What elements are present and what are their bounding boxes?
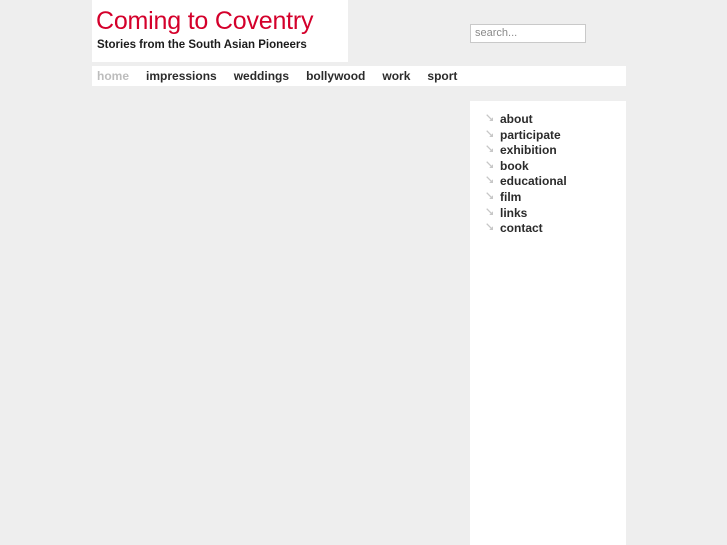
sidebar-item-label[interactable]: exhibition — [500, 143, 557, 159]
sidebar-item-label[interactable]: about — [500, 112, 533, 128]
nav-item-work[interactable]: work — [382, 66, 410, 86]
arrow-down-right-icon — [486, 129, 500, 138]
sidebar-item-links[interactable]: links — [470, 206, 626, 222]
nav-item-sport[interactable]: sport — [427, 66, 457, 86]
sidebar-item-participate[interactable]: participate — [470, 128, 626, 144]
arrow-down-right-icon — [486, 145, 500, 153]
arrow-down-right-icon — [486, 192, 500, 200]
sidebar-panel: about participate exhibition book educationa… — [470, 101, 626, 545]
nav-item-home[interactable]: home — [97, 66, 129, 86]
sidebar-item-label[interactable]: participate — [500, 128, 561, 144]
sidebar-menu: about participate exhibition book educationa… — [470, 101, 626, 237]
search-box — [470, 23, 586, 43]
sidebar-item-exhibition[interactable]: exhibition — [470, 143, 626, 159]
arrow-down-right-icon — [486, 161, 500, 169]
sidebar-item-about[interactable]: about — [470, 112, 626, 128]
arrow-down-right-icon — [486, 207, 500, 216]
nav-item-bollywood[interactable]: bollywood — [306, 66, 365, 86]
site-header-logo-block: Coming to Coventry Stories from the Sout… — [92, 0, 348, 62]
site-title: Coming to Coventry — [96, 7, 314, 35]
arrow-down-right-icon — [486, 176, 500, 184]
primary-navigation: home impressions weddings bollywood work spor… — [92, 66, 626, 86]
sidebar-item-label[interactable]: book — [500, 159, 529, 175]
nav-item-impressions[interactable]: impressions — [146, 66, 217, 86]
arrow-down-right-icon — [486, 114, 500, 122]
sidebar-item-label[interactable]: links — [500, 206, 527, 222]
sidebar-item-film[interactable]: film — [470, 190, 626, 206]
search-input[interactable] — [470, 23, 586, 43]
sidebar-item-label[interactable]: film — [500, 190, 521, 206]
site-subtitle: Stories from the South Asian Pioneers — [97, 39, 307, 51]
sidebar-item-label[interactable]: contact — [500, 221, 543, 237]
sidebar-item-label[interactable]: educational — [500, 174, 567, 190]
nav-item-weddings[interactable]: weddings — [234, 66, 289, 86]
sidebar-item-book[interactable]: book — [470, 159, 626, 175]
sidebar-item-contact[interactable]: contact — [470, 221, 626, 237]
sidebar-item-educational[interactable]: educational — [470, 174, 626, 190]
arrow-down-right-icon — [486, 223, 500, 231]
